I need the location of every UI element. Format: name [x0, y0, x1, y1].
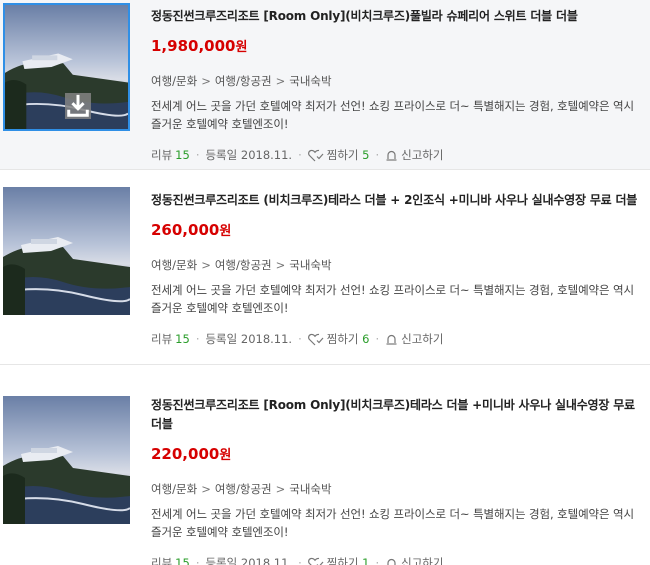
product-thumbnail[interactable] [3, 187, 130, 315]
category-breadcrumb: 여행/문화 > 여행/항공권 > 국내숙박 [151, 481, 644, 497]
siren-icon [386, 150, 397, 161]
list-item[interactable]: 정동진썬크루즈리조트 [Room Only](비치크루즈)풀빌라 슈페리어 스위… [0, 0, 650, 170]
item-info: 정동진썬크루즈리조트 [Room Only](비치크루즈)풀빌라 슈페리어 스위… [151, 7, 644, 163]
review-label: 리뷰 [151, 148, 173, 162]
meta-separator: · [375, 556, 380, 565]
wishlist-label: 찜하기 [326, 332, 359, 346]
product-title[interactable]: 정동진썬크루즈리조트 [Room Only](비치크루즈)풀빌라 슈페리어 스위… [151, 7, 644, 26]
report-button[interactable]: 신고하기 [385, 331, 443, 347]
chevron-right-icon: > [275, 258, 286, 272]
heart-check-icon [307, 557, 324, 565]
category-link[interactable]: 국내숙박 [289, 482, 331, 496]
category-breadcrumb: 여행/문화 > 여행/항공권 > 국내숙박 [151, 73, 644, 89]
resort-photo [3, 396, 130, 524]
meta-separator: · [298, 148, 302, 162]
review-label: 리뷰 [151, 332, 173, 346]
heart-check-icon [307, 149, 324, 161]
price-value: 260,000 [151, 221, 220, 239]
wishlist-count: 1 [362, 556, 370, 565]
wishlist-count: 6 [362, 332, 370, 346]
meta-separator: · [375, 148, 380, 162]
item-info: 정동진썬크루즈리조트 (비치크루즈)테라스 더블 + 2인조식 +미니바 사우나… [151, 191, 644, 347]
meta-separator: · [375, 332, 380, 346]
meta-separator: · [298, 332, 302, 346]
product-description: 전세계 어느 곳을 가던 호텔예약 최저가 선언! 쇼킹 프라이스로 더~ 특별… [151, 507, 635, 539]
chevron-right-icon: > [201, 258, 211, 272]
category-link[interactable]: 여행/문화 [151, 258, 197, 272]
item-meta: 리뷰 15 · 등록일 2018.11. · 찜하기 1 · 신고하기 [151, 555, 644, 565]
category-link[interactable]: 여행/문화 [151, 74, 197, 88]
price-value: 1,980,000 [151, 37, 236, 55]
item-meta: 리뷰 15 · 등록일 2018.11. · 찜하기 5 · 신고하기 [151, 147, 644, 163]
list-item[interactable]: 정동진썬크루즈리조트 [Room Only](비치크루즈)테라스 더블 +미니바… [0, 366, 650, 565]
product-description: 전세계 어느 곳을 가던 호텔예약 최저가 선언! 쇼킹 프라이스로 더~ 특별… [151, 283, 635, 315]
registered-date: 2018.11. [240, 148, 293, 162]
item-meta: 리뷰 15 · 등록일 2018.11. · 찜하기 6 · 신고하기 [151, 331, 644, 347]
resort-photo [3, 187, 130, 315]
chevron-right-icon: > [275, 74, 286, 88]
report-button[interactable]: 신고하기 [385, 555, 443, 565]
registered-label: 등록일 [205, 332, 238, 346]
siren-icon [387, 558, 396, 565]
registered-date: 2018.11. [240, 332, 293, 346]
review-count: 15 [175, 148, 190, 162]
chevron-right-icon: > [201, 74, 211, 88]
registered-label: 등록일 [205, 556, 238, 565]
chevron-right-icon: > [201, 482, 211, 496]
review-label: 리뷰 [151, 556, 173, 565]
product-description: 전세계 어느 곳을 가던 호텔예약 최저가 선언! 쇼킹 프라이스로 더~ 특별… [151, 99, 635, 131]
meta-separator: · [298, 556, 302, 565]
category-breadcrumb: 여행/문화 > 여행/항공권 > 국내숙박 [151, 257, 644, 273]
wishlist-label: 찜하기 [326, 556, 359, 565]
wishlist-button[interactable]: 찜하기 6 [307, 331, 370, 347]
category-link[interactable]: 여행/항공권 [215, 74, 272, 88]
meta-separator: · [195, 148, 200, 162]
siren-icon [386, 334, 397, 345]
price-unit: 원 [235, 40, 248, 55]
report-label: 신고하기 [401, 556, 444, 565]
product-title[interactable]: 정동진썬크루즈리조트 (비치크루즈)테라스 더블 + 2인조식 +미니바 사우나… [151, 191, 644, 210]
list-item[interactable]: 정동진썬크루즈리조트 (비치크루즈)테라스 더블 + 2인조식 +미니바 사우나… [0, 171, 650, 365]
meta-separator: · [195, 332, 200, 346]
product-title[interactable]: 정동진썬크루즈리조트 [Room Only](비치크루즈)테라스 더블 +미니바… [151, 396, 644, 434]
category-link[interactable]: 국내숙박 [289, 74, 331, 88]
product-price: 1,980,000원 [151, 36, 644, 58]
product-price: 260,000원 [151, 220, 644, 242]
category-link[interactable]: 여행/항공권 [215, 258, 272, 272]
registered-date: 2018.11. [240, 556, 293, 565]
product-thumbnail[interactable] [3, 396, 130, 524]
review-count: 15 [175, 332, 190, 346]
heart-check-icon [307, 333, 324, 345]
product-price: 220,000원 [151, 444, 644, 466]
category-link[interactable]: 여행/항공권 [215, 482, 272, 496]
report-button[interactable]: 신고하기 [385, 147, 443, 163]
price-value: 220,000 [151, 445, 220, 463]
price-unit: 원 [219, 448, 232, 463]
report-label: 신고하기 [401, 332, 444, 346]
category-link[interactable]: 여행/문화 [151, 482, 197, 496]
report-label: 신고하기 [401, 148, 444, 162]
download-icon [67, 94, 89, 117]
product-thumbnail[interactable] [3, 3, 130, 131]
category-link[interactable]: 국내숙박 [289, 258, 331, 272]
download-button[interactable] [65, 93, 91, 119]
product-list: 정동진썬크루즈리조트 [Room Only](비치크루즈)풀빌라 슈페리어 스위… [0, 0, 650, 565]
chevron-right-icon: > [275, 482, 286, 496]
wishlist-count: 5 [362, 148, 370, 162]
wishlist-label: 찜하기 [326, 148, 359, 162]
price-unit: 원 [219, 224, 232, 239]
item-info: 정동진썬크루즈리조트 [Room Only](비치크루즈)테라스 더블 +미니바… [151, 396, 644, 565]
review-count: 15 [175, 556, 190, 565]
meta-separator: · [195, 556, 200, 565]
wishlist-button[interactable]: 찜하기 1 [307, 555, 370, 565]
wishlist-button[interactable]: 찜하기 5 [307, 147, 370, 163]
registered-label: 등록일 [205, 148, 238, 162]
